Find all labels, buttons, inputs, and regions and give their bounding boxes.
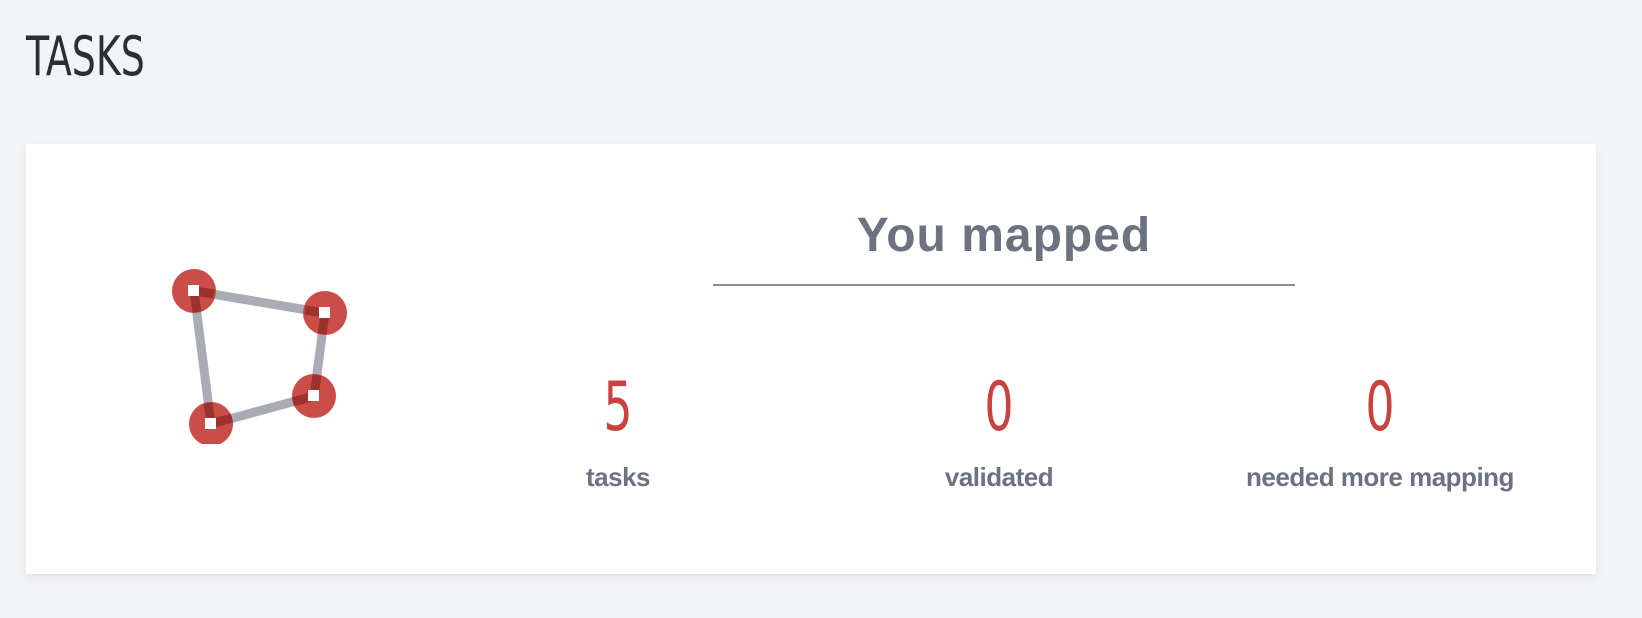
stat-tasks-value: 5 <box>603 368 633 447</box>
stat-needed-more-mapping: 0 needed more mapping <box>1200 374 1560 493</box>
stat-validated-label: validated <box>944 462 1054 492</box>
tasks-summary-card: You mapped 5 tasks 0 validated 0 needed … <box>26 144 1596 574</box>
stat-validated-value: 0 <box>984 368 1014 447</box>
stat-tasks-label: tasks <box>586 462 651 492</box>
heading-divider <box>713 284 1295 286</box>
stat-needed-more-mapping-label: needed more mapping <box>1246 462 1514 492</box>
stat-validated: 0 validated <box>819 374 1179 493</box>
you-mapped-heading: You mapped <box>856 209 1152 262</box>
stat-tasks: 5 tasks <box>438 374 798 493</box>
page-title: TASKS <box>26 25 145 88</box>
task-polygon-icon <box>172 269 347 444</box>
stat-needed-more-mapping-value: 0 <box>1365 368 1395 447</box>
